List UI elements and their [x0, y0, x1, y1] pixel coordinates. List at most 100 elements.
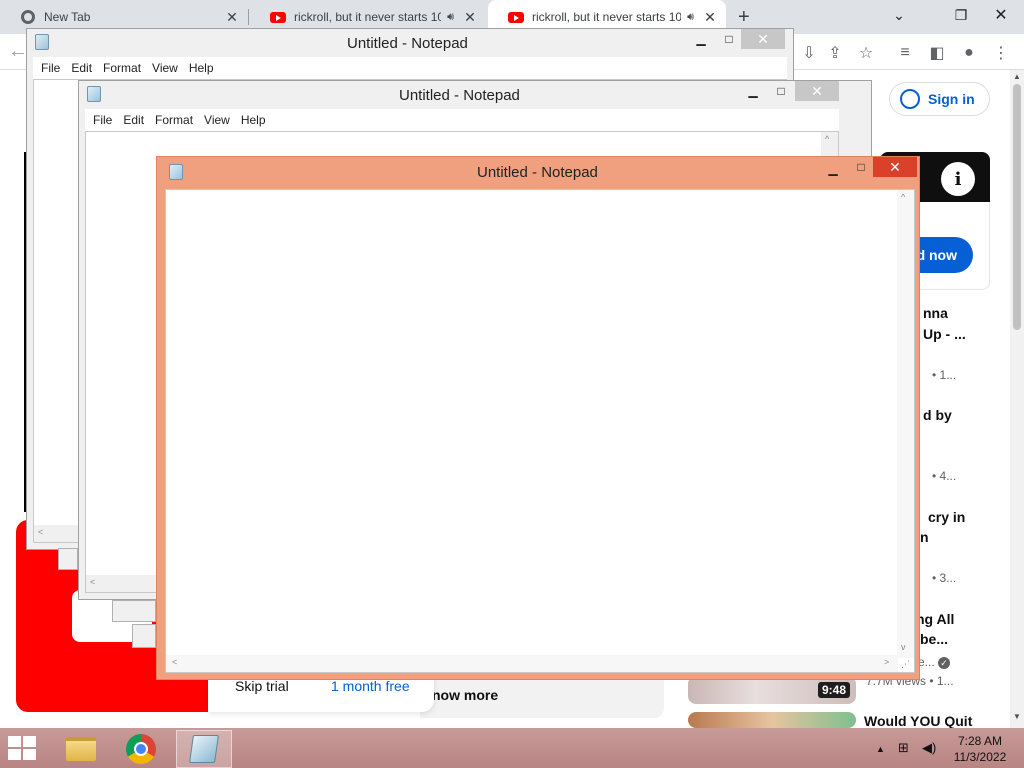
system-clock[interactable]: 7:28 AM 11/3/2022 [950, 733, 1010, 765]
menu-format[interactable]: Format [155, 113, 193, 127]
notepad-menubar: File Edit Format View Help [85, 109, 839, 131]
menu-edit[interactable]: Edit [71, 61, 92, 75]
close-icon[interactable]: ✕ [978, 0, 1024, 30]
menu-kebab-icon[interactable]: ⋮ [990, 42, 1012, 64]
one-month-free-button[interactable]: 1 month free [331, 678, 410, 694]
video-title-line[interactable]: be... [920, 631, 948, 647]
minimize-icon[interactable]: ▁ [823, 159, 843, 179]
close-icon[interactable]: ✕ [741, 29, 785, 49]
profile-icon[interactable]: ● [958, 42, 980, 64]
notepad-window-stacked-edge [132, 624, 156, 648]
video-title-line[interactable]: cry in [928, 509, 965, 525]
info-icon[interactable]: i [941, 162, 975, 196]
share-icon[interactable]: ⇪ [824, 42, 846, 64]
scroll-down-arrow-icon[interactable]: v [901, 642, 906, 652]
media-control-icon[interactable]: ≡ [894, 42, 916, 64]
video-thumbnail[interactable] [688, 712, 856, 728]
start-button[interactable] [8, 736, 38, 762]
minimize-icon[interactable]: ▁ [743, 81, 763, 101]
channel-name: e... ✓ [918, 655, 951, 669]
notepad-window-front[interactable]: Untitled - Notepad ▁ □ ✕ ^ v < > ⋰ [156, 156, 920, 680]
chrome-icon [20, 9, 36, 25]
video-title-line[interactable]: nna [923, 305, 948, 321]
notepad-icon [87, 86, 101, 102]
tab-title: rickroll, but it never starts 10 [294, 10, 442, 24]
show-more-panel[interactable]: now more [420, 680, 664, 718]
tab-separator [248, 9, 249, 25]
scroll-up-arrow-icon[interactable]: ^ [901, 192, 905, 202]
close-icon[interactable]: ✕ [873, 157, 917, 177]
notepad-title: Untitled - Notepad [477, 164, 598, 181]
notepad-icon [35, 34, 49, 50]
notepad-window-stacked-edge [58, 548, 78, 570]
menu-file[interactable]: File [93, 113, 112, 127]
scroll-left-arrow-icon[interactable]: < [90, 577, 95, 587]
close-tab-icon[interactable]: ✕ [462, 9, 478, 26]
close-tab-icon[interactable]: ✕ [224, 9, 240, 26]
taskbar-file-explorer[interactable] [56, 730, 106, 768]
taskbar-chrome[interactable] [116, 730, 166, 768]
notepad-titlebar[interactable]: Untitled - Notepad ▁ □ ✕ [79, 81, 871, 109]
vertical-scrollbar[interactable]: ^ v [897, 190, 914, 658]
windows-logo-icon [8, 736, 21, 747]
video-title-line[interactable]: n [920, 529, 929, 545]
maximize-icon[interactable]: □ [719, 29, 739, 49]
menu-file[interactable]: File [41, 61, 60, 75]
scroll-down-arrow-icon[interactable]: ▼ [1013, 712, 1021, 721]
windows-logo-pane [8, 749, 21, 760]
video-title-line[interactable]: ng All [916, 611, 954, 627]
clock-date: 11/3/2022 [953, 750, 1007, 764]
scrollbar-thumb[interactable] [1013, 84, 1021, 330]
menu-view[interactable]: View [152, 61, 178, 75]
speaker-icon[interactable]: 🔊︎ [447, 11, 454, 24]
scroll-left-arrow-icon[interactable]: < [172, 657, 177, 667]
video-title-line[interactable]: Up - ... [923, 326, 966, 342]
close-tab-icon[interactable]: ✕ [702, 9, 718, 26]
horizontal-scrollbar[interactable]: < > [166, 655, 898, 672]
skip-trial-button[interactable]: Skip trial [235, 678, 289, 694]
notepad-text-area[interactable]: ^ v < > ⋰ [165, 189, 915, 673]
clock-time: 7:28 AM [957, 734, 1003, 748]
notepad-titlebar[interactable]: Untitled - Notepad ▁ □ ✕ [157, 157, 919, 185]
menu-view[interactable]: View [204, 113, 230, 127]
maximize-icon[interactable]: □ [771, 81, 791, 101]
volume-icon[interactable]: ◀︎) [922, 740, 936, 756]
maximize-icon[interactable]: □ [851, 157, 871, 177]
menu-edit[interactable]: Edit [123, 113, 144, 127]
side-panel-icon[interactable]: ◧ [926, 42, 948, 64]
account-icon [900, 89, 920, 109]
notepad-window-stacked-edge [112, 600, 156, 622]
notepad-icon [189, 735, 219, 763]
new-tab-icon[interactable]: + [738, 6, 750, 29]
notepad-menubar: File Edit Format View Help [33, 57, 787, 79]
menu-format[interactable]: Format [103, 61, 141, 75]
windows-logo-pane [23, 736, 36, 747]
chrome-icon [126, 734, 156, 764]
taskbar-notepad[interactable] [176, 730, 232, 768]
resize-grip-icon[interactable]: ⋰ [901, 659, 910, 670]
scroll-up-arrow-icon[interactable]: ^ [825, 134, 829, 144]
close-icon[interactable]: ✕ [795, 81, 839, 101]
video-meta: • 3... [932, 571, 957, 585]
notepad-titlebar[interactable]: Untitled - Notepad ▁ □ ✕ [27, 29, 793, 57]
sign-in-button[interactable]: Sign in [889, 82, 990, 116]
chevron-down-icon[interactable]: ⌄ [876, 0, 922, 30]
network-icon[interactable]: ⊞ [898, 740, 909, 756]
video-title-line[interactable]: d by [923, 407, 952, 423]
speaker-icon[interactable]: 🔊︎ [687, 11, 694, 24]
sign-in-label: Sign in [928, 91, 975, 107]
minimize-icon[interactable]: ▁ [691, 29, 711, 49]
notepad-title: Untitled - Notepad [347, 35, 468, 52]
scroll-right-arrow-icon[interactable]: > [884, 657, 889, 667]
show-more-label[interactable]: now more [432, 687, 498, 703]
scroll-up-arrow-icon[interactable]: ▲ [1013, 72, 1021, 81]
video-title-line[interactable]: Would YOU Quit [864, 713, 972, 729]
show-hidden-icons-icon[interactable]: ▲ [876, 744, 885, 754]
scroll-left-arrow-icon[interactable]: < [38, 527, 43, 537]
back-arrow-icon[interactable]: ← [8, 40, 28, 63]
page-scrollbar[interactable]: ▲ ▼ [1010, 70, 1024, 728]
menu-help[interactable]: Help [241, 113, 266, 127]
install-icon[interactable]: ⇩ [798, 42, 820, 64]
menu-help[interactable]: Help [189, 61, 214, 75]
bookmark-star-icon[interactable]: ☆ [855, 42, 877, 64]
